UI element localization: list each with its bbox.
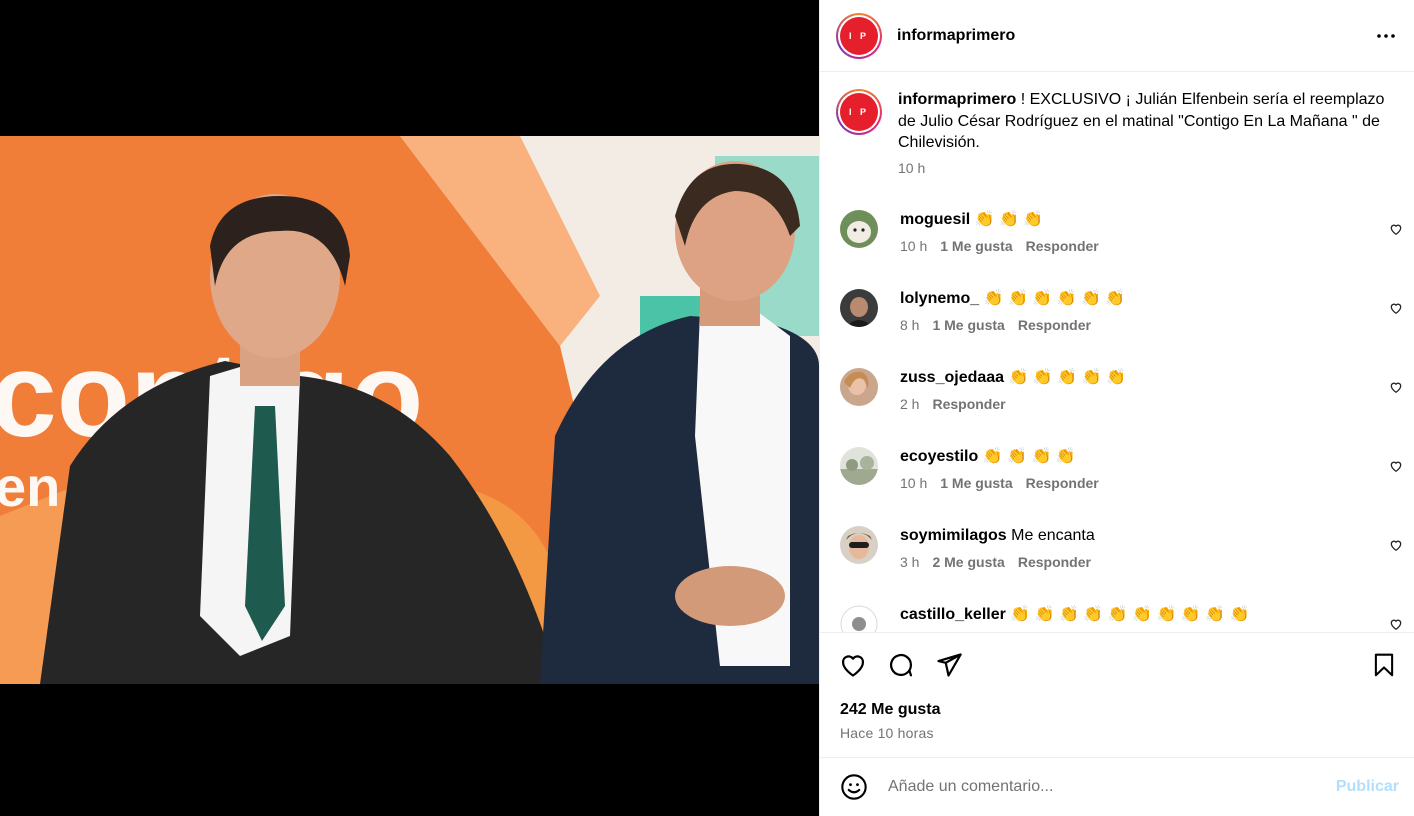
reply-button[interactable]: Responder	[1018, 317, 1091, 333]
publish-button[interactable]: Publicar	[1336, 778, 1399, 796]
comment-time[interactable]: 10 h	[900, 238, 927, 254]
commenter-avatar[interactable]	[840, 447, 878, 485]
bookmark-icon[interactable]	[1369, 650, 1399, 680]
comment-item: soymimilagos Me encanta 3 h 2 Me gusta R…	[820, 526, 1414, 605]
post-timestamp: Hace 10 horas	[840, 725, 934, 741]
comment-list: moguesil 👏 👏 👏 10 h 1 Me gusta Responder	[820, 210, 1414, 632]
more-options-icon[interactable]	[1374, 24, 1398, 48]
comment-time[interactable]: 2 h	[900, 396, 919, 412]
heart-icon[interactable]	[1389, 380, 1403, 394]
post-side-pane: I P informaprimero I P informaprimero !	[819, 0, 1414, 816]
comment-item: zuss_ojedaaa 👏 👏 👏 👏 👏 2 h Responder	[820, 368, 1414, 447]
likes-count[interactable]: 242 Me gusta	[820, 701, 1414, 719]
comment-icon[interactable]	[886, 650, 916, 680]
post-media-pane: contigo en la	[0, 0, 819, 816]
caption-time[interactable]: 10 h	[898, 160, 1388, 176]
comment-item: castillo_keller 👏 👏 👏 👏 👏 👏 👏 👏 👏 👏	[820, 605, 1414, 632]
comment-item: ecoyestilo 👏 👏 👏 👏 10 h 1 Me gusta Respo…	[820, 447, 1414, 526]
commenter-avatar[interactable]	[840, 210, 878, 248]
heart-icon[interactable]	[1389, 538, 1403, 552]
author-logo: I P	[840, 16, 878, 55]
comment-time[interactable]: 3 h	[900, 554, 919, 570]
comments-scroll-area[interactable]: I P informaprimero ! EXCLUSIVO ¡ Julián …	[820, 73, 1414, 632]
heart-icon[interactable]	[838, 650, 868, 680]
instagram-post-modal: contigo en la	[0, 0, 1414, 816]
author-avatar[interactable]: I P	[836, 12, 882, 59]
comment-text: 👏 👏 👏 👏 👏 👏	[983, 290, 1126, 307]
commenter-avatar[interactable]	[840, 289, 878, 327]
comment-item: lolynemo_ 👏 👏 👏 👏 👏 👏 8 h 1 Me gusta Res…	[820, 289, 1414, 368]
emoji-icon[interactable]	[840, 773, 868, 801]
author-username[interactable]: informaprimero	[897, 27, 1015, 45]
comment-username[interactable]: moguesil	[900, 211, 970, 228]
post-header: I P informaprimero	[820, 0, 1414, 72]
add-comment-bar: Añade un comentario... Publicar	[820, 757, 1414, 816]
comment-time[interactable]: 10 h	[900, 475, 927, 491]
post-actions: 242 Me gusta Hace 10 horas	[820, 632, 1414, 741]
caption-author-avatar[interactable]: I P	[836, 89, 882, 135]
comment-input[interactable]: Añade un comentario...	[888, 778, 1336, 796]
comment-username[interactable]: lolynemo_	[900, 290, 979, 307]
comment-text: 👏 👏 👏	[974, 211, 1044, 228]
comment-username[interactable]: soymimilagos	[900, 527, 1007, 544]
comment-likes[interactable]: 1 Me gusta	[940, 238, 1012, 254]
action-icons-bar	[820, 633, 1414, 697]
commenter-avatar[interactable]	[840, 368, 878, 406]
post-image[interactable]: contigo en la	[0, 136, 819, 684]
caption-author-username[interactable]: informaprimero	[898, 91, 1016, 108]
commenter-avatar[interactable]	[840, 605, 878, 632]
reply-button[interactable]: Responder	[1026, 238, 1099, 254]
comment-username[interactable]: castillo_keller	[900, 606, 1006, 623]
heart-icon[interactable]	[1389, 459, 1403, 473]
reply-button[interactable]: Responder	[1026, 475, 1099, 491]
share-icon[interactable]	[934, 650, 964, 680]
reply-button[interactable]: Responder	[1018, 554, 1091, 570]
caption-author-logo: I P	[840, 93, 878, 131]
comment-username[interactable]: ecoyestilo	[900, 448, 978, 465]
post-caption: I P informaprimero ! EXCLUSIVO ¡ Julián …	[820, 73, 1414, 176]
heart-icon[interactable]	[1389, 222, 1403, 236]
comment-text: Me encanta	[1011, 527, 1095, 544]
comment-text: 👏 👏 👏 👏 👏	[1008, 369, 1126, 386]
commenter-avatar[interactable]	[840, 526, 878, 564]
comment-time[interactable]: 8 h	[900, 317, 919, 333]
comment-text: 👏 👏 👏 👏 👏 👏 👏 👏 👏 👏	[1010, 606, 1250, 623]
comment-item: moguesil 👏 👏 👏 10 h 1 Me gusta Responder	[820, 210, 1414, 289]
comment-username[interactable]: zuss_ojedaaa	[900, 369, 1004, 386]
heart-icon[interactable]	[1389, 617, 1403, 631]
reply-button[interactable]: Responder	[932, 396, 1005, 412]
comment-text: 👏 👏 👏 👏	[982, 448, 1076, 465]
heart-icon[interactable]	[1389, 301, 1403, 315]
comment-likes[interactable]: 1 Me gusta	[940, 475, 1012, 491]
comment-likes[interactable]: 1 Me gusta	[932, 317, 1004, 333]
comment-likes[interactable]: 2 Me gusta	[932, 554, 1004, 570]
